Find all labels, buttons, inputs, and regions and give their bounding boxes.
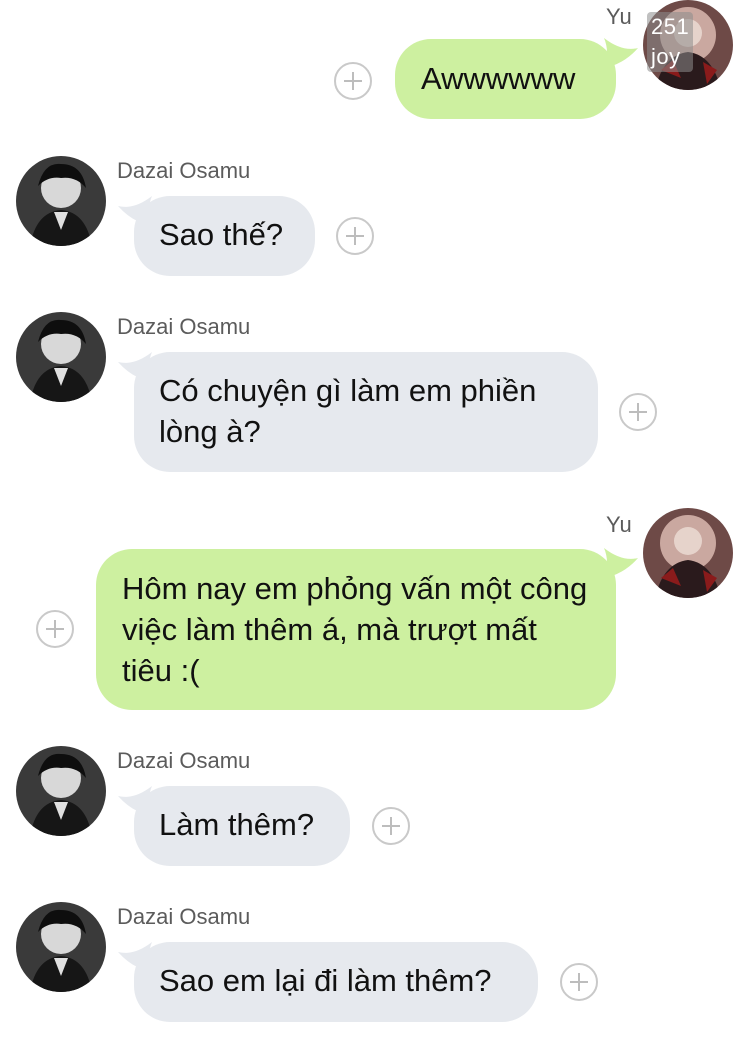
- avatar-image: [643, 508, 733, 598]
- bubble-tail: [604, 38, 638, 68]
- dazai-avatar[interactable]: [16, 746, 106, 836]
- message-bubble[interactable]: Làm thêm?: [134, 786, 350, 866]
- sender-name: Dazai Osamu: [117, 748, 251, 773]
- message-bubble[interactable]: Hôm nay em phỏng vấn một công việc làm t…: [96, 549, 616, 710]
- message-bubble[interactable]: Awwwwww: [395, 39, 616, 119]
- dazai-avatar[interactable]: [16, 312, 106, 402]
- sender-name: Yu: [606, 512, 632, 537]
- dazai-avatar[interactable]: [16, 902, 106, 992]
- message-text: Hôm nay em phỏng vấn một công việc làm t…: [122, 571, 588, 688]
- message-text: Có chuyện gì làm em phiền lòng à?: [159, 373, 537, 449]
- plus-circle-icon[interactable]: [619, 393, 657, 431]
- plus-circle-icon[interactable]: [36, 610, 74, 648]
- avatar-image: [16, 312, 106, 402]
- sender-name: Dazai Osamu: [117, 904, 251, 929]
- message-bubble[interactable]: Sao em lại đi làm thêm?: [134, 942, 538, 1022]
- message-text: Làm thêm?: [159, 807, 315, 842]
- plus-circle-icon[interactable]: [336, 217, 374, 255]
- sender-name: Dazai Osamu: [117, 314, 251, 339]
- sender-name: Dazai Osamu: [117, 158, 251, 183]
- dazai-avatar[interactable]: [16, 156, 106, 246]
- plus-circle-icon[interactable]: [372, 807, 410, 845]
- message-text: Sao em lại đi làm thêm?: [159, 963, 492, 998]
- bubble-tail: [604, 548, 638, 578]
- watermark: 251 joy: [647, 12, 694, 72]
- yu-avatar[interactable]: [643, 508, 733, 598]
- avatar-image: [16, 156, 106, 246]
- message-bubble[interactable]: Sao thế?: [134, 196, 315, 276]
- plus-circle-icon[interactable]: [334, 62, 372, 100]
- plus-circle-icon[interactable]: [560, 963, 598, 1001]
- message-text: Awwwwww: [421, 61, 576, 96]
- sender-name: Yu: [606, 4, 632, 29]
- avatar-image: [16, 746, 106, 836]
- message-bubble[interactable]: Có chuyện gì làm em phiền lòng à?: [134, 352, 598, 472]
- avatar-image: [16, 902, 106, 992]
- message-text: Sao thế?: [159, 217, 284, 252]
